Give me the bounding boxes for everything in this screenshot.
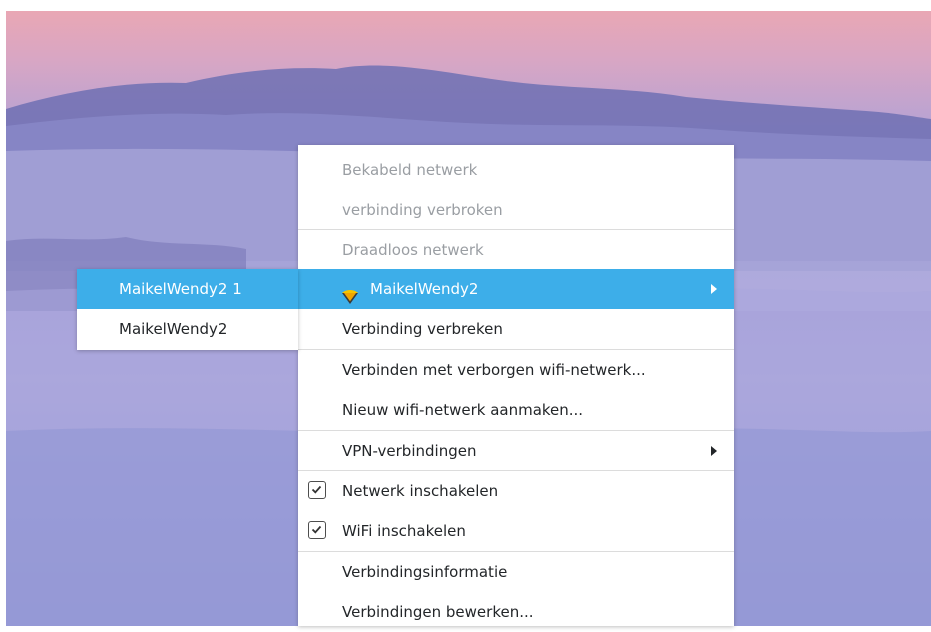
- enable-network-label: Netwerk inschakelen: [342, 482, 499, 500]
- wireless-header-label: Draadloos netwerk: [342, 241, 484, 259]
- connect-hidden-label: Verbinden met verborgen wifi-netwerk...: [342, 361, 646, 379]
- checkbox-checked-icon[interactable]: [308, 481, 326, 499]
- submenu-item-label: MaikelWendy2: [119, 320, 228, 338]
- menu-item-disconnect[interactable]: Verbinding verbreken: [298, 309, 734, 349]
- menu-wired-status: verbinding verbroken: [298, 190, 734, 230]
- active-network-label: MaikelWendy2: [370, 280, 479, 298]
- menu-header-wired: Bekabeld netwerk: [298, 150, 734, 190]
- checkbox-checked-icon[interactable]: [308, 521, 326, 539]
- menu-header-wireless: Draadloos netwerk: [298, 230, 734, 270]
- menu-item-vpn[interactable]: VPN-verbindingen: [298, 431, 734, 471]
- menu-item-new-network[interactable]: Nieuw wifi-netwerk aanmaken...: [298, 390, 734, 430]
- submenu-item-label: MaikelWendy2 1: [119, 280, 242, 298]
- new-network-label: Nieuw wifi-netwerk aanmaken...: [342, 401, 584, 419]
- edit-connections-label: Verbindingen bewerken...: [342, 603, 534, 621]
- menu-item-enable-wifi[interactable]: WiFi inschakelen: [298, 511, 734, 551]
- network-submenu: MaikelWendy2 1 MaikelWendy2: [77, 269, 298, 350]
- wired-header-label: Bekabeld netwerk: [342, 161, 478, 179]
- connection-info-label: Verbindingsinformatie: [342, 563, 508, 581]
- menu-item-connection-info[interactable]: Verbindingsinformatie: [298, 552, 734, 592]
- submenu-item[interactable]: MaikelWendy2 1: [77, 269, 298, 309]
- submenu-item[interactable]: MaikelWendy2: [77, 309, 298, 349]
- vpn-label: VPN-verbindingen: [342, 442, 477, 460]
- chevron-right-icon: [711, 446, 717, 456]
- wifi-signal-icon: [340, 280, 360, 304]
- enable-wifi-label: WiFi inschakelen: [342, 522, 466, 540]
- menu-item-active-network[interactable]: MaikelWendy2: [298, 269, 734, 309]
- menu-item-enable-network[interactable]: Netwerk inschakelen: [298, 471, 734, 511]
- chevron-right-icon: [711, 284, 717, 294]
- wired-status-label: verbinding verbroken: [342, 201, 503, 219]
- network-context-menu: Bekabeld netwerk verbinding verbroken Dr…: [298, 145, 734, 626]
- menu-item-edit-connections[interactable]: Verbindingen bewerken...: [298, 592, 734, 632]
- disconnect-label: Verbinding verbreken: [342, 320, 503, 338]
- menu-item-connect-hidden[interactable]: Verbinden met verborgen wifi-netwerk...: [298, 350, 734, 390]
